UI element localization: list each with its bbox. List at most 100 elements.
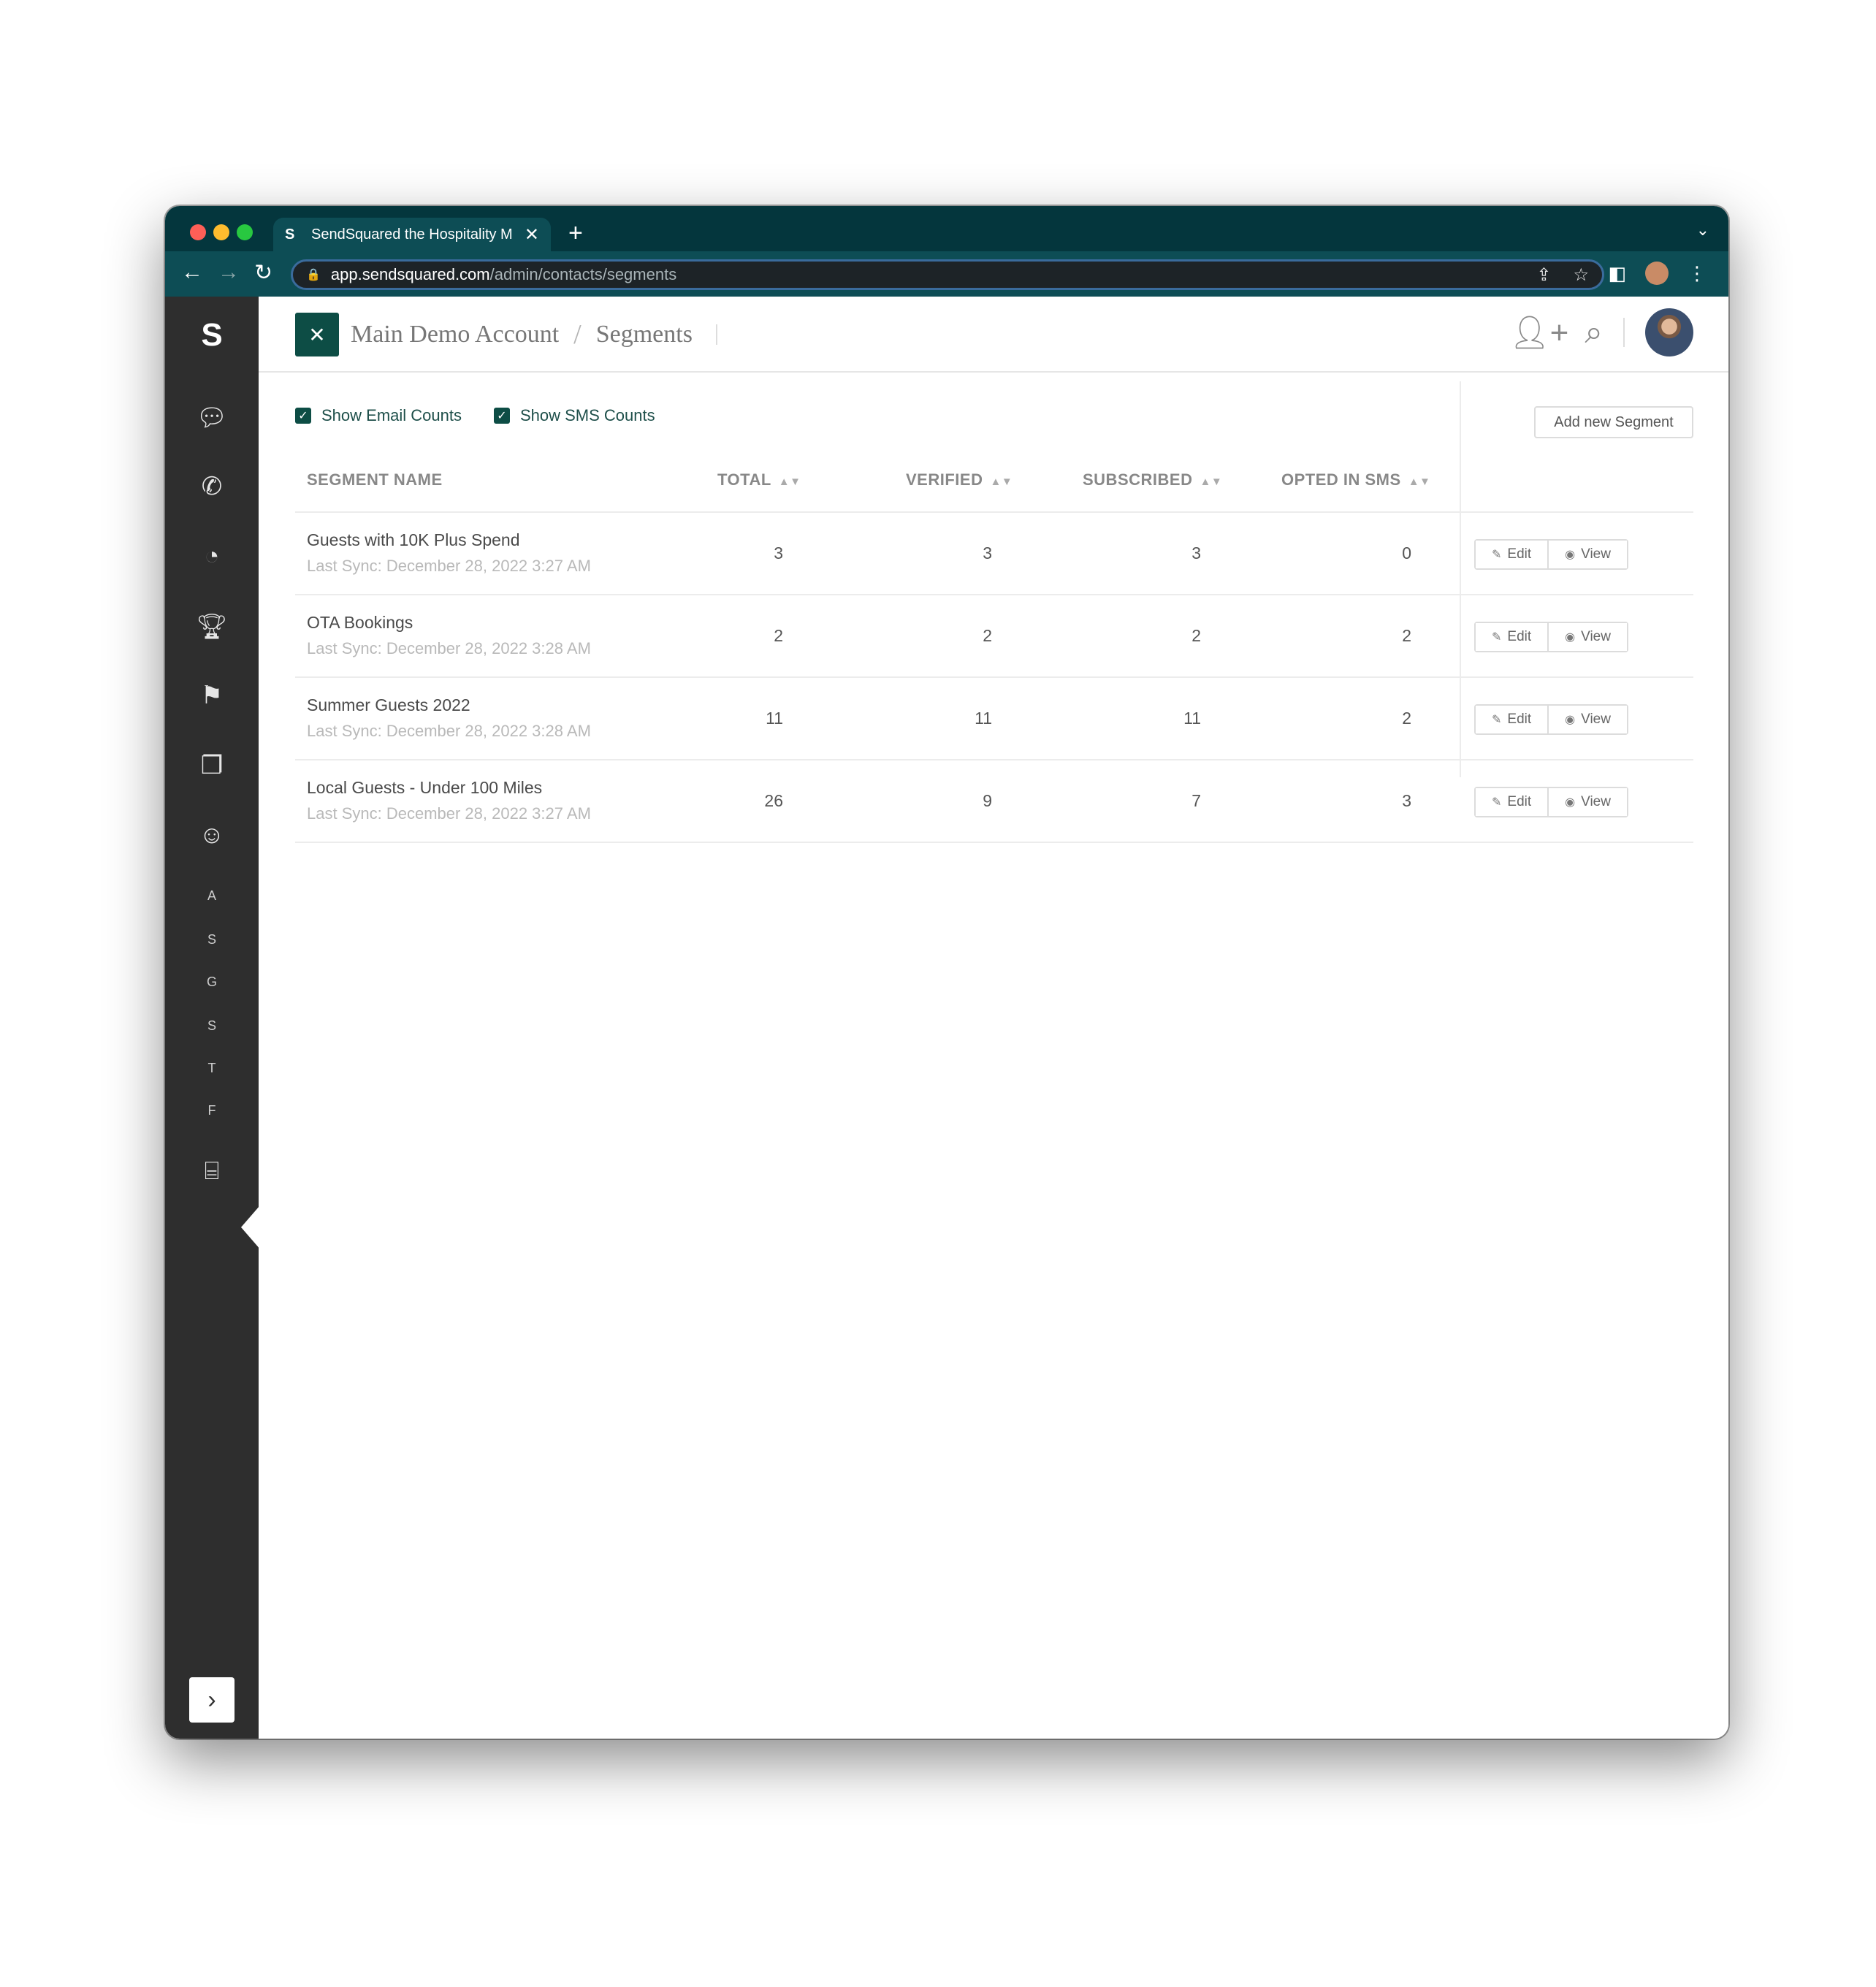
verified-count: 11 [975,709,992,728]
reload-icon[interactable]: ↻ [254,260,272,286]
show-sms-counts-checkbox[interactable]: ✓ Show SMS Counts [493,406,655,425]
table-row: Local Guests - Under 100 Miles Last Sync… [295,760,1693,843]
copy-icon[interactable]: ❐ [165,751,259,780]
sidebar-letter-f[interactable]: F [165,1103,259,1118]
opted-in-sms-count: 2 [1402,709,1411,728]
side-panel-icon[interactable]: ◧ [1608,262,1626,285]
segment-name[interactable]: Local Guests - Under 100 Miles [307,778,542,798]
opted-in-sms-count: 3 [1402,791,1411,810]
avatar[interactable] [1645,308,1693,356]
page-title: Segments [595,321,693,348]
row-actions: ✎ Edit ◉ View [1474,622,1628,652]
total-count: 26 [764,791,783,810]
eye-icon: ◉ [1565,796,1576,809]
add-new-segment-button[interactable]: Add new Segment [1534,406,1693,438]
verified-count: 9 [983,791,992,810]
search-icon[interactable]: ⌕ [1585,314,1603,351]
sidebar-letter-segments[interactable]: S [165,1018,259,1034]
table-row: Guests with 10K Plus Spend Last Sync: De… [295,513,1693,595]
segments-table: SEGMENT NAME TOTAL ▲▼ VERIFIED ▲▼ SUBSCRIB… [295,381,1693,843]
eye-icon: ◉ [1565,631,1576,644]
row-actions: ✎ Edit ◉ View [1474,539,1628,570]
presentation-chart-icon[interactable]: ⌸ [165,1157,259,1186]
browser-menu-icon[interactable]: ⋮ [1688,262,1707,285]
show-email-counts-checkbox[interactable]: ✓ Show Email Counts [295,406,462,425]
segment-last-sync: Last Sync: December 28, 2022 3:28 AM [307,722,591,740]
table-row: OTA Bookings Last Sync: December 28, 202… [295,595,1693,678]
subscribed-count: 2 [1191,626,1201,645]
pencil-icon: ✎ [1492,631,1502,644]
url-path: /admin/contacts/segments [489,265,677,283]
sidebar-letter-g[interactable]: G [165,975,259,990]
new-tab-icon[interactable]: + [568,219,583,248]
column-header-subscribed[interactable]: SUBSCRIBED ▲▼ [1083,470,1222,489]
page-header: ✕ Main Demo Account / Segments 👤︎+ ⌕ [259,297,1728,373]
phone-icon[interactable]: ✆ [165,472,259,501]
column-header-verified[interactable]: VERIFIED ▲▼ [906,470,1013,489]
chat-bubble-icon[interactable]: 💬︎ [165,403,259,432]
total-count: 2 [774,626,783,645]
breadcrumb-separator: / [573,319,582,350]
minimize-window-button[interactable] [213,224,229,240]
opted-in-sms-count: 0 [1402,544,1411,562]
pie-chart-icon[interactable]: ◔ [165,542,259,571]
subscribed-count: 3 [1191,544,1201,562]
sidebar-letter-a[interactable]: A [165,888,259,904]
verified-count: 3 [983,544,992,562]
signpost-icon[interactable]: ⚑ [165,681,259,710]
share-icon[interactable]: ⇪ [1536,264,1551,286]
column-header-total[interactable]: TOTAL ▲▼ [717,470,801,489]
tab-title: SendSquared the Hospitality M [311,226,513,243]
extension-icon[interactable] [1645,262,1669,285]
row-actions: ✎ Edit ◉ View [1474,787,1628,817]
close-window-button[interactable] [190,224,206,240]
back-arrow-icon[interactable]: ← [181,260,203,285]
verified-count: 2 [983,626,992,645]
tab-bar: S SendSquared the Hospitality M ✕ + ⌄ [165,206,1728,251]
chevron-right-icon: › [207,1685,216,1714]
user-icon[interactable]: ☺ [165,821,259,850]
breadcrumb-account[interactable]: Main Demo Account [351,321,559,348]
edit-button[interactable]: ✎ Edit [1476,541,1548,568]
forward-arrow-icon[interactable]: → [218,260,240,285]
add-user-icon[interactable]: 👤︎+ [1509,313,1569,351]
sidebar-letter-t[interactable]: T [165,1061,259,1076]
sidebar-letter-s[interactable]: S [165,932,259,947]
column-header-opted-in-sms[interactable]: OPTED IN SMS ▲▼ [1281,470,1430,489]
expand-sidebar-button[interactable]: › [189,1677,234,1723]
edit-button[interactable]: ✎ Edit [1476,788,1548,816]
address-bar[interactable]: 🔒 app.sendsquared.com/admin/contacts/seg… [291,259,1604,290]
segment-last-sync: Last Sync: December 28, 2022 3:27 AM [307,804,591,823]
browser-tab[interactable]: S SendSquared the Hospitality M ✕ [273,218,551,251]
app-logo[interactable]: S [165,317,259,354]
segment-name[interactable]: Summer Guests 2022 [307,695,470,715]
close-tab-icon[interactable]: ✕ [525,224,539,245]
edit-button[interactable]: ✎ Edit [1476,623,1548,651]
edit-button[interactable]: ✎ Edit [1476,706,1548,733]
sort-icon: ▲▼ [778,476,801,488]
segment-name[interactable]: OTA Bookings [307,613,413,633]
view-button[interactable]: ◉ View [1547,541,1627,568]
breadcrumb-divider [715,324,717,345]
breadcrumb: Main Demo Account / Segments [351,319,717,351]
tab-search-chevron-icon[interactable]: ⌄ [1696,221,1709,240]
lock-icon: 🔒 [306,269,321,281]
view-button[interactable]: ◉ View [1547,788,1627,816]
segment-name[interactable]: Guests with 10K Plus Spend [307,530,520,550]
trophy-icon[interactable]: 🏆︎ [165,612,259,641]
table-row: Summer Guests 2022 Last Sync: December 2… [295,678,1693,760]
segment-last-sync: Last Sync: December 28, 2022 3:28 AM [307,639,591,657]
count-toggles: ✓ Show Email Counts ✓ Show SMS Counts [295,406,655,425]
maximize-window-button[interactable] [237,224,253,240]
bookmark-star-icon[interactable]: ☆ [1573,264,1589,286]
close-account-button[interactable]: ✕ [295,313,339,356]
view-button[interactable]: ◉ View [1547,706,1627,733]
total-count: 3 [774,544,783,562]
checkmark-icon: ✓ [493,408,510,424]
show-email-counts-label: Show Email Counts [321,406,462,424]
eye-icon: ◉ [1565,549,1576,561]
browser-toolbar: ← → ↻ 🔒 app.sendsquared.com/admin/contac… [165,251,1728,297]
view-button[interactable]: ◉ View [1547,623,1627,651]
sort-icon: ▲▼ [990,476,1013,488]
subscribed-count: 11 [1183,709,1201,728]
